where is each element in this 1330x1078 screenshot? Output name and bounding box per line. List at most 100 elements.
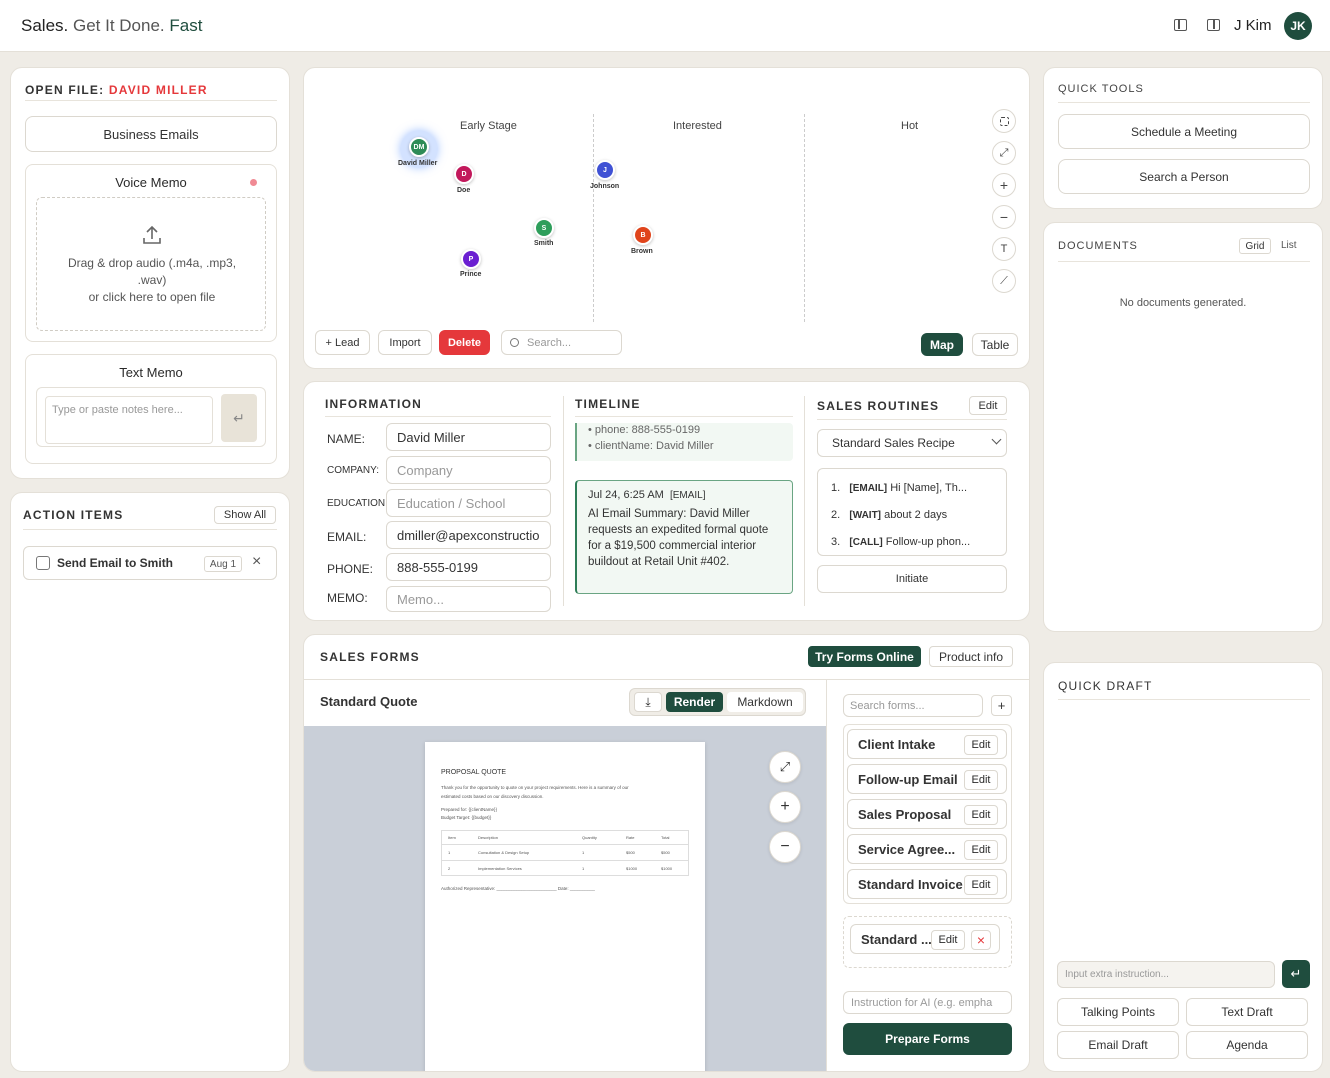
stage-divider [804, 114, 805, 322]
submit-memo-button[interactable]: ↵ [221, 394, 257, 442]
timeline-entry-fields: • phone: 888-555-0199 • clientName: Davi… [575, 423, 793, 461]
search-forms-input[interactable]: Search forms... [843, 694, 983, 717]
render-tab[interactable]: Render [666, 692, 723, 712]
lead-node[interactable]: D [454, 164, 474, 184]
email-draft-button[interactable]: Email Draft [1057, 1031, 1179, 1059]
schedule-meeting-button[interactable]: Schedule a Meeting [1058, 114, 1310, 149]
fit-view-icon[interactable]: ⤢ [992, 141, 1016, 165]
product-info-button[interactable]: Product info [929, 646, 1013, 667]
form-edit-button[interactable]: Edit [964, 805, 998, 825]
lead-node[interactable]: DM [409, 137, 429, 157]
try-forms-online-button[interactable]: Try Forms Online [808, 646, 921, 667]
left-panel-toggle-icon[interactable] [1174, 19, 1187, 31]
zoom-out-preview-icon[interactable]: − [769, 831, 801, 863]
zoom-in-icon[interactable]: + [992, 173, 1016, 197]
business-emails-button[interactable]: Business Emails [25, 116, 277, 152]
routine-select[interactable]: Standard Sales Recipe [817, 429, 1007, 457]
search-icon [510, 338, 519, 347]
doc-intro-1: Thank you for the opportunity to quote o… [441, 785, 629, 790]
user-avatar[interactable]: JK [1284, 12, 1312, 40]
preview-area: PROPOSAL QUOTE Thank you for the opportu… [304, 726, 826, 1071]
talking-points-button[interactable]: Talking Points [1057, 998, 1179, 1026]
doc-cell: Implementation Services [478, 866, 522, 871]
selected-form-row[interactable]: Standard ... Edit × [850, 924, 1000, 954]
doc-table: Item Description Quantity Rate Total 1 C… [441, 830, 689, 876]
phone-field[interactable]: 888-555-0199 [386, 553, 551, 581]
draft-submit-button[interactable]: ↵ [1282, 960, 1310, 988]
initiate-button[interactable]: Initiate [817, 565, 1007, 593]
add-lead-button[interactable]: + Lead [315, 330, 370, 355]
lead-search-input[interactable]: Search... [501, 330, 622, 355]
agenda-button[interactable]: Agenda [1186, 1031, 1308, 1059]
form-name: Standard Invoice [858, 877, 963, 892]
action-item-checkbox[interactable] [36, 556, 50, 570]
zoom-in-preview-icon[interactable]: + [769, 791, 801, 823]
document-title: Standard Quote [320, 694, 418, 709]
list-view-button[interactable]: List [1281, 240, 1297, 251]
prepare-forms-button[interactable]: Prepare Forms [843, 1023, 1012, 1055]
quick-draft-panel: QUICK DRAFT Input extra instruction... ↵… [1043, 662, 1323, 1072]
audio-dropzone[interactable]: Drag & drop audio (.m4a, .mp3, .wav) or … [36, 197, 266, 331]
connect-tool-icon[interactable]: ⟋ [992, 269, 1016, 293]
column-divider [804, 396, 805, 606]
expand-preview-icon[interactable]: ⤢ [769, 751, 801, 783]
lead-node[interactable]: J [595, 160, 615, 180]
show-all-button[interactable]: Show All [214, 506, 276, 524]
quick-tools-panel: QUICK TOOLS Schedule a Meeting Search a … [1043, 67, 1323, 209]
delete-button[interactable]: Delete [439, 330, 490, 355]
record-indicator-icon[interactable] [250, 179, 257, 186]
name-field[interactable]: David Miller [386, 423, 551, 451]
form-edit-button[interactable]: Edit [964, 770, 998, 790]
right-panel-toggle-icon[interactable] [1207, 19, 1220, 31]
instruction-input[interactable]: Instruction for AI (e.g. empha [843, 991, 1012, 1014]
timeline-entry[interactable]: Jul 24, 6:25 AM [EMAIL] AI Email Summary… [575, 480, 793, 594]
download-icon[interactable]: ⤓ [634, 692, 662, 712]
selected-form-name: Standard ... [861, 932, 932, 947]
lead-node[interactable]: B [633, 225, 653, 245]
routine-step-tag: [CALL] [849, 537, 883, 548]
drop-hint-2: .wav) [137, 273, 167, 287]
text-draft-button[interactable]: Text Draft [1186, 998, 1308, 1026]
name-label: NAME: [327, 432, 366, 446]
memo-field[interactable]: Memo... [386, 586, 551, 612]
company-field[interactable]: Company [386, 456, 551, 484]
form-row[interactable]: Standard Invoice Edit [847, 869, 1007, 899]
markdown-tab[interactable]: Markdown [727, 692, 803, 712]
doc-cell: Consultation & Design Setup [478, 850, 530, 855]
draft-instruction-input[interactable]: Input extra instruction... [1057, 961, 1275, 988]
doc-col-header: Rate [626, 835, 635, 840]
form-row[interactable]: Client Intake Edit [847, 729, 1007, 759]
routine-step: 2. [WAIT] about 2 days [831, 509, 947, 521]
email-field[interactable]: dmiller@apexconstructio [386, 521, 551, 549]
search-person-button[interactable]: Search a Person [1058, 159, 1310, 194]
form-row[interactable]: Sales Proposal Edit [847, 799, 1007, 829]
doc-cell: 2 [448, 866, 451, 871]
render-toolbar: ⤓ Render Markdown [629, 688, 806, 716]
text-tool-icon[interactable]: T [992, 237, 1016, 261]
lead-node[interactable]: S [534, 218, 554, 238]
select-area-icon[interactable] [992, 109, 1016, 133]
form-edit-button[interactable]: Edit [964, 875, 998, 895]
remove-action-icon[interactable]: × [252, 553, 261, 571]
form-row[interactable]: Service Agree... Edit [847, 834, 1007, 864]
selected-form-edit-button[interactable]: Edit [931, 930, 965, 950]
zoom-out-icon[interactable]: − [992, 205, 1016, 229]
form-row[interactable]: Follow-up Email Edit [847, 764, 1007, 794]
form-edit-button[interactable]: Edit [964, 735, 998, 755]
app-header: Sales. Get It Done. Fast J Kim JK [0, 0, 1330, 52]
documents-empty-message: No documents generated. [1119, 297, 1247, 309]
routines-edit-button[interactable]: Edit [969, 396, 1007, 415]
lead-node[interactable]: P [461, 249, 481, 269]
remove-form-icon[interactable]: × [971, 930, 991, 950]
text-memo-input[interactable]: Type or paste notes here... [45, 396, 213, 444]
grid-view-button[interactable]: Grid [1239, 238, 1271, 254]
map-view-button[interactable]: Map [921, 333, 963, 356]
table-view-button[interactable]: Table [972, 333, 1018, 356]
doc-cell: 1 [448, 850, 451, 855]
import-button[interactable]: Import [378, 330, 432, 355]
email-label: EMAIL: [327, 530, 367, 544]
form-edit-button[interactable]: Edit [964, 840, 998, 860]
routine-select-value: Standard Sales Recipe [832, 436, 955, 450]
add-form-button[interactable]: + [991, 695, 1012, 716]
education-field[interactable]: Education / School [386, 489, 551, 517]
